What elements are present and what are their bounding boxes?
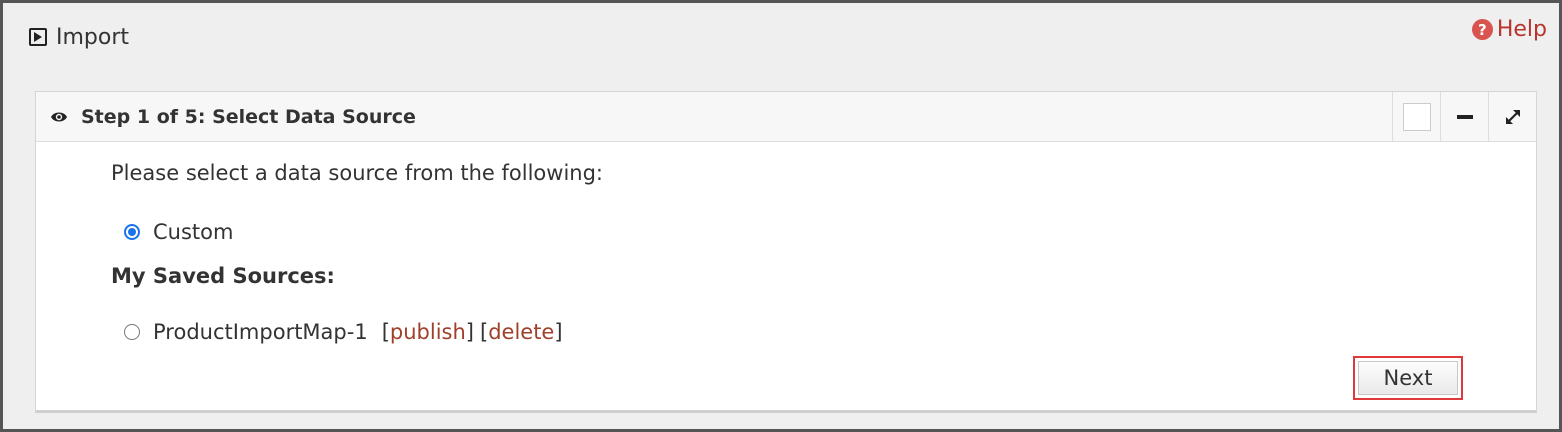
panel-select-checkbox[interactable]	[1392, 92, 1440, 141]
saved-source-item: ProductImportMap-1 [publish] [delete]	[124, 320, 563, 344]
question-circle-icon: ?	[1471, 19, 1493, 40]
play-square-icon	[29, 28, 47, 46]
bracket-open: [	[479, 320, 489, 344]
expand-button[interactable]	[1488, 92, 1536, 141]
minimize-button[interactable]	[1440, 92, 1488, 141]
select-prompt: Please select a data source from the fol…	[111, 161, 603, 185]
option-custom[interactable]: Custom	[124, 220, 233, 244]
publish-link[interactable]: publish	[390, 320, 466, 344]
help-link[interactable]: ? Help	[1471, 17, 1547, 42]
bracket-close: ]	[554, 320, 563, 344]
next-button[interactable]: Next	[1358, 361, 1458, 395]
expand-icon	[1505, 109, 1520, 124]
help-label: Help	[1496, 17, 1547, 42]
bracket-close: ]	[465, 320, 474, 344]
delete-link[interactable]: delete	[488, 320, 554, 344]
saved-sources-heading: My Saved Sources:	[111, 264, 335, 288]
app-frame: Import ? Help Step 1 of 5: Select Data S…	[0, 0, 1562, 432]
page-header: Import	[29, 21, 129, 53]
custom-radio[interactable]	[124, 224, 140, 240]
panel-title: Step 1 of 5: Select Data Source	[81, 105, 416, 128]
panel-header: Step 1 of 5: Select Data Source	[36, 92, 1536, 142]
saved-source-name: ProductImportMap-1	[153, 320, 368, 344]
page-title: Import	[56, 24, 130, 50]
panel-tools	[1392, 92, 1536, 141]
checkbox-box	[1402, 102, 1431, 131]
custom-label: Custom	[153, 220, 234, 244]
bracket-open: [	[381, 320, 390, 344]
step-panel: Step 1 of 5: Select Data Source Please s…	[35, 91, 1537, 413]
next-button-highlight: Next	[1353, 356, 1463, 400]
eye-icon	[50, 111, 68, 123]
minus-icon	[1456, 114, 1473, 119]
saved-source-radio[interactable]	[124, 324, 140, 340]
